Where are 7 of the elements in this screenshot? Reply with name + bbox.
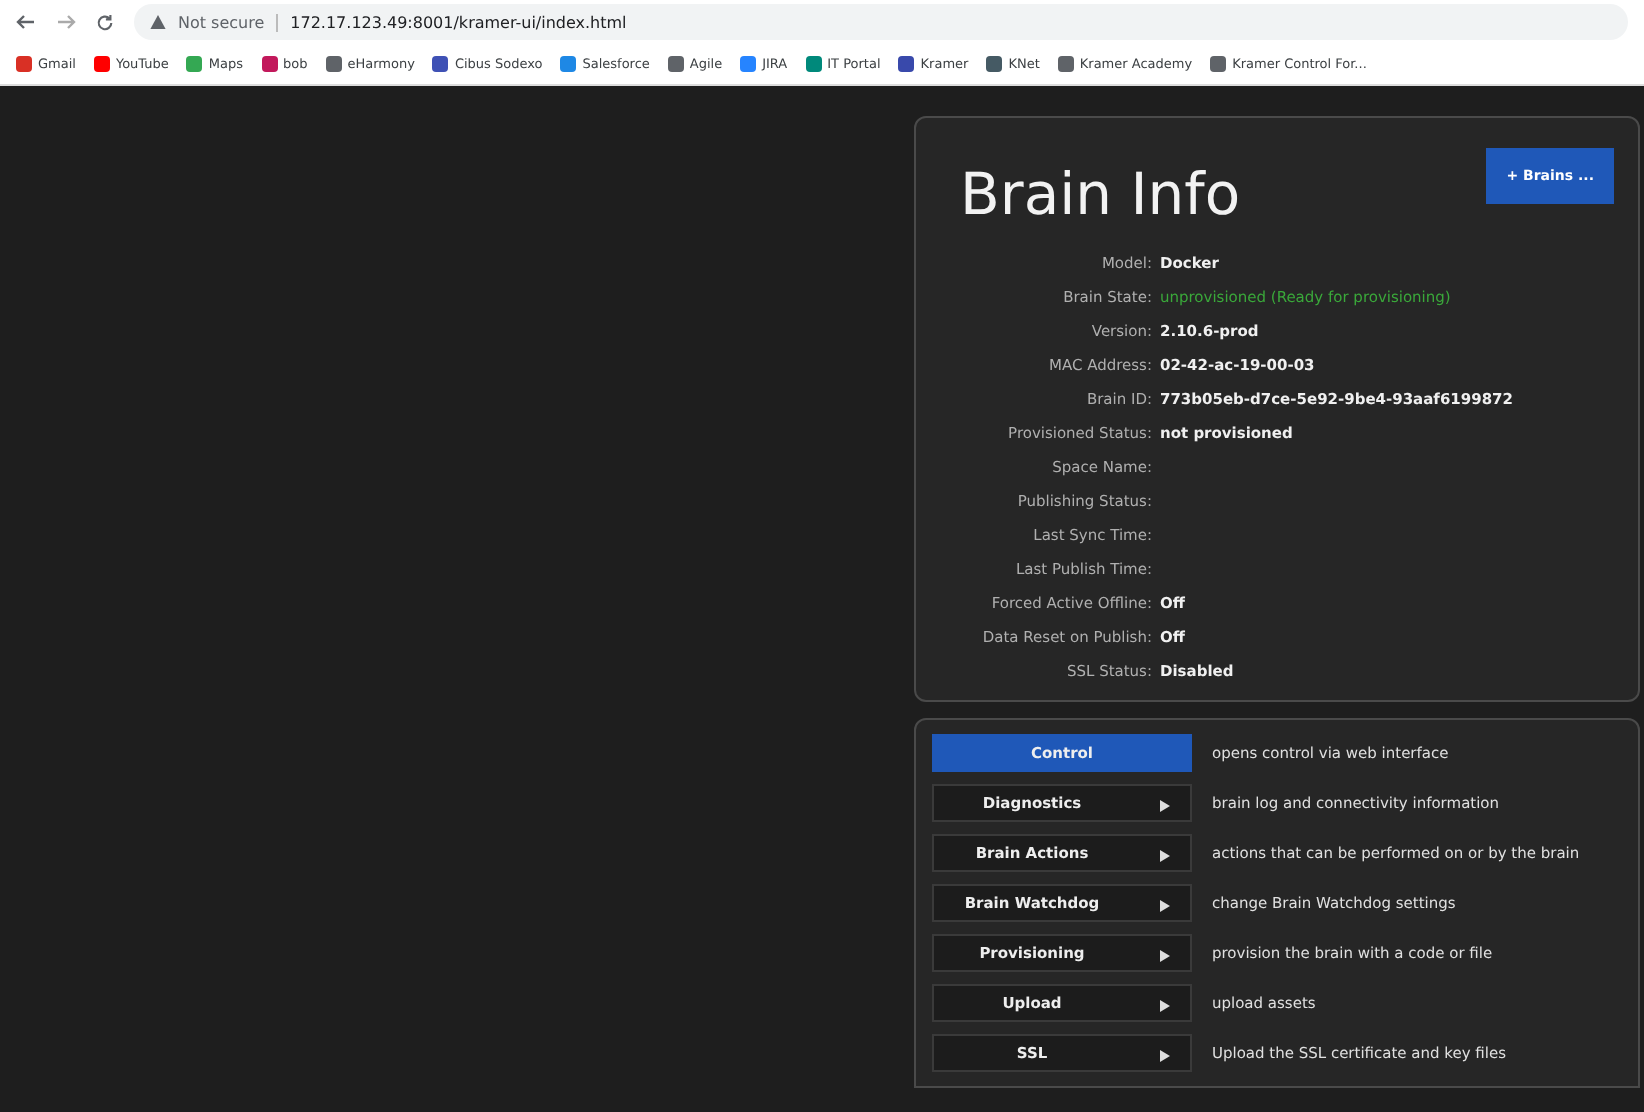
url-text: 172.17.123.49:8001/kramer-ui/index.html [276, 13, 627, 31]
security-label: Not secure [178, 13, 265, 31]
warning-icon [150, 14, 166, 30]
panel-title: Brain Info [960, 160, 1241, 228]
reload-icon[interactable] [96, 13, 114, 31]
back-icon[interactable] [16, 14, 36, 30]
address-bar[interactable]: Not secure 172.17.123.49:8001/kramer-ui/index.html [134, 4, 1628, 40]
